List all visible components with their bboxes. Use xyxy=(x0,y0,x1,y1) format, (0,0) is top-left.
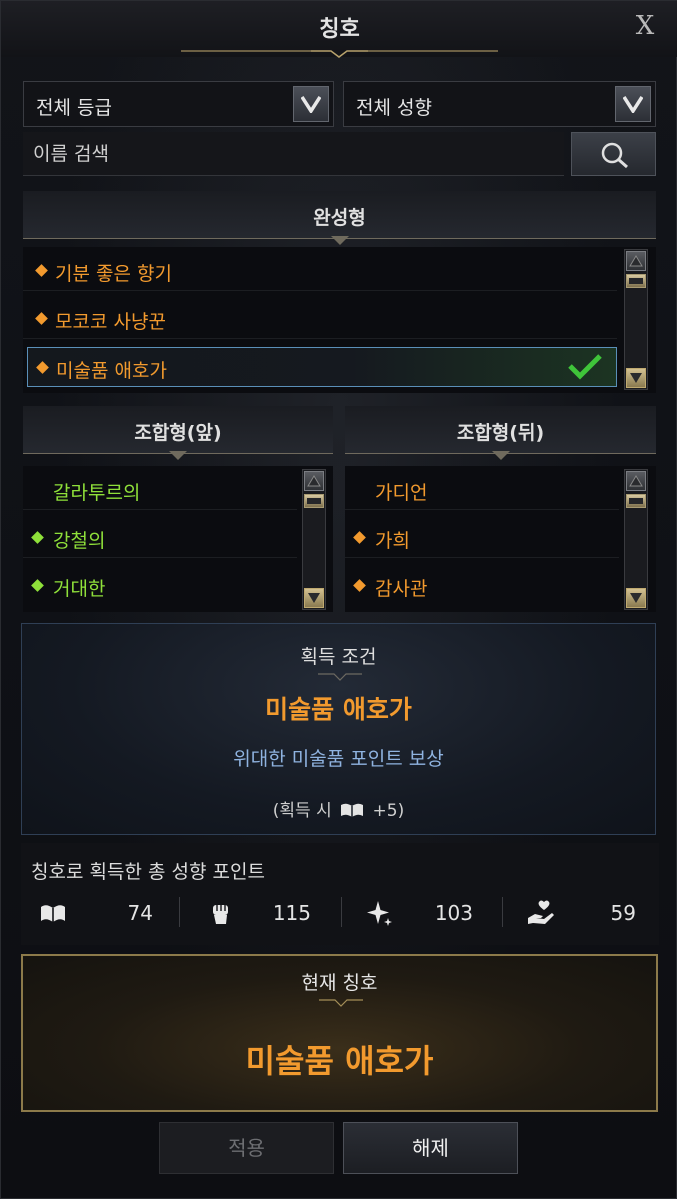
diamond-bullet-icon xyxy=(36,361,49,374)
separator xyxy=(341,897,342,927)
scroll-down-icon[interactable] xyxy=(304,588,324,608)
diamond-bullet-icon xyxy=(353,579,366,592)
ornament-divider xyxy=(318,673,362,681)
list-item[interactable]: 모코코 사냥꾼 xyxy=(23,299,617,339)
scroll-down-icon[interactable] xyxy=(626,368,646,388)
scroll-up-icon[interactable] xyxy=(626,251,646,271)
search-icon xyxy=(601,142,628,169)
title-window: 칭호 X 전체 등급 전체 성향 완성형 기분 좋은 xyxy=(0,0,677,1199)
acquisition-condition: 위대한 미술품 포인트 보상 xyxy=(233,748,444,770)
points-panel: 칭호로 획득한 총 성향 포인트 74 115 103 59 xyxy=(21,843,659,945)
window-header: 칭호 X xyxy=(1,1,677,58)
list-item[interactable]: 가디언 xyxy=(345,470,619,510)
diamond-bullet-icon xyxy=(35,264,48,277)
book-icon xyxy=(41,905,65,922)
search-button[interactable] xyxy=(571,132,656,176)
sparkle-icon xyxy=(367,901,392,926)
point-value: 103 xyxy=(434,901,473,925)
combo-back-header-label: 조합형(뒤) xyxy=(456,422,545,444)
list-item-label: 모코코 사냥꾼 xyxy=(55,311,166,333)
window-title: 칭호 xyxy=(319,17,360,42)
current-title-header: 현재 칭호 xyxy=(301,972,378,994)
tendency-dropdown[interactable]: 전체 성향 xyxy=(343,81,656,127)
checkmark-icon xyxy=(568,354,602,380)
list-item-selected[interactable]: 미술품 애호가 xyxy=(27,347,617,387)
acquisition-panel: 획득 조건 미술품 애호가 위대한 미술품 포인트 보상 (획득 시 +5) xyxy=(21,623,656,835)
scroll-thumb[interactable] xyxy=(626,494,646,508)
list-item-label: 미술품 애호가 xyxy=(56,360,167,382)
complete-header-label: 완성형 xyxy=(313,207,366,229)
grade-dropdown[interactable]: 전체 등급 xyxy=(23,81,334,127)
combo-front-header-label: 조합형(앞) xyxy=(134,422,222,444)
combo-back-header: 조합형(뒤) xyxy=(345,406,656,460)
scroll-thumb[interactable] xyxy=(626,274,646,288)
list-item-label: 거대한 xyxy=(53,578,106,600)
diamond-bullet-icon xyxy=(31,531,44,544)
list-item-label: 강철의 xyxy=(53,530,106,552)
list-item-label: 감사관 xyxy=(375,578,428,600)
header-notch xyxy=(330,236,349,245)
header-notch xyxy=(491,451,510,460)
acquisition-header: 획득 조건 xyxy=(300,646,377,668)
combo-front-scrollbar[interactable] xyxy=(302,469,326,610)
scroll-up-icon[interactable] xyxy=(626,471,646,491)
list-item-label: 가희 xyxy=(375,530,410,552)
tendency-dropdown-label: 전체 성향 xyxy=(356,97,432,119)
acquisition-title-name: 미술품 애호가 xyxy=(265,695,412,724)
combo-front-header: 조합형(앞) xyxy=(23,406,333,460)
list-item[interactable]: 거대한 xyxy=(23,566,297,606)
scroll-thumb[interactable] xyxy=(304,494,324,508)
current-title-panel: 현재 칭호 미술품 애호가 xyxy=(21,954,658,1112)
acquisition-reward: (획득 시 +5) xyxy=(22,796,655,821)
list-item-label: 가디언 xyxy=(375,482,428,504)
list-item[interactable]: 감사관 xyxy=(345,566,619,606)
chevron-down-icon[interactable] xyxy=(293,86,329,122)
apply-button[interactable]: 적용 xyxy=(159,1122,334,1174)
scroll-up-icon[interactable] xyxy=(304,471,324,491)
point-value: 115 xyxy=(272,901,311,925)
list-item-label: 갈라투르의 xyxy=(53,482,141,504)
points-label: 칭호로 획득한 총 성향 포인트 xyxy=(31,861,265,883)
scroll-down-icon[interactable] xyxy=(626,588,646,608)
reward-suffix: +5) xyxy=(372,801,405,821)
reward-prefix: (획득 시 xyxy=(272,801,332,821)
combo-back-list: 가디언 가희 감사관 xyxy=(345,466,656,612)
chevron-down-icon[interactable] xyxy=(615,86,651,122)
list-item[interactable]: 기분 좋은 향기 xyxy=(23,251,617,291)
combo-back-scrollbar[interactable] xyxy=(624,469,648,610)
release-button[interactable]: 해제 xyxy=(343,1122,518,1174)
complete-section-header: 완성형 xyxy=(23,191,656,245)
book-icon xyxy=(341,803,364,817)
current-title-name: 미술품 애호가 xyxy=(245,1042,434,1080)
complete-scrollbar[interactable] xyxy=(624,249,648,390)
separator xyxy=(502,897,503,927)
point-value: 74 xyxy=(127,901,153,925)
name-search-input[interactable] xyxy=(23,132,564,176)
ornament-divider xyxy=(319,999,363,1007)
grade-dropdown-label: 전체 등급 xyxy=(36,97,112,119)
list-item[interactable]: 가희 xyxy=(345,518,619,558)
header-notch xyxy=(169,451,187,460)
close-button[interactable]: X xyxy=(630,11,660,41)
complete-list: 기분 좋은 향기 모코코 사냥꾼 미술품 애호가 xyxy=(23,247,656,393)
diamond-bullet-icon xyxy=(31,579,44,592)
list-item[interactable]: 강철의 xyxy=(23,518,297,558)
header-ornament xyxy=(181,50,498,58)
diamond-bullet-icon xyxy=(353,531,366,544)
point-value: 59 xyxy=(610,901,636,925)
separator xyxy=(179,897,180,927)
list-item[interactable]: 갈라투르의 xyxy=(23,470,297,510)
combo-front-list: 갈라투르의 강철의 거대한 xyxy=(23,466,333,612)
heart-hand-icon xyxy=(528,900,554,924)
diamond-bullet-icon xyxy=(35,312,48,325)
list-item-label: 기분 좋은 향기 xyxy=(55,263,172,285)
fist-icon xyxy=(213,905,228,924)
